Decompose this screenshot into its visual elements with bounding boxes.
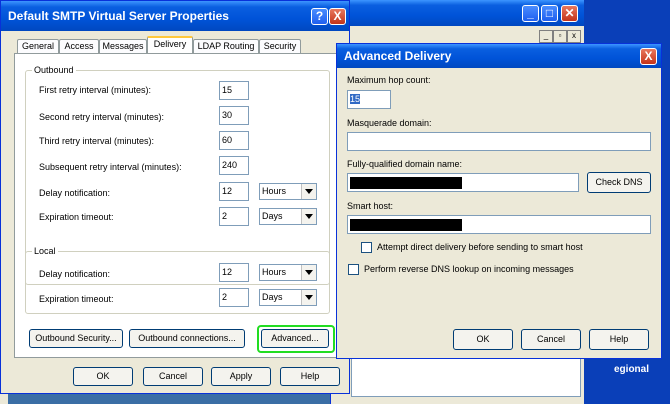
smtp-properties-dialog: Default SMTP Virtual Server Properties ?… bbox=[0, 0, 350, 394]
outbound-expiration-unit-select[interactable]: Days bbox=[259, 208, 317, 225]
inner-minimize-icon[interactable]: _ bbox=[539, 30, 553, 43]
outbound-expiration-unit-value: Days bbox=[262, 211, 283, 221]
subsequent-retry-label: Subsequent retry interval (minutes): bbox=[39, 162, 182, 172]
attempt-direct-label: Attempt direct delivery before sending t… bbox=[377, 242, 583, 252]
advanced-title: Advanced Delivery bbox=[344, 49, 452, 63]
background-list-pane bbox=[351, 355, 581, 397]
max-hop-input[interactable]: 15 bbox=[347, 90, 391, 109]
outbound-security-button[interactable]: Outbound Security... bbox=[29, 329, 123, 348]
subsequent-retry-input[interactable]: 240 bbox=[219, 156, 249, 175]
tab-delivery[interactable]: Delivery bbox=[147, 36, 193, 54]
check-dns-button[interactable]: Check DNS bbox=[587, 172, 651, 193]
maximize-icon[interactable]: □ bbox=[541, 5, 558, 22]
local-delay-input[interactable]: 12 bbox=[219, 263, 249, 282]
fqdn-label: Fully-qualified domain name: bbox=[347, 159, 463, 169]
close-icon[interactable]: X bbox=[640, 48, 657, 65]
apply-button[interactable]: Apply bbox=[211, 367, 271, 386]
local-expiration-input[interactable]: 2 bbox=[219, 288, 249, 307]
close-icon[interactable]: X bbox=[329, 8, 346, 25]
tab-ldap-routing[interactable]: LDAP Routing bbox=[193, 39, 259, 53]
tab-security[interactable]: Security bbox=[259, 39, 301, 53]
help-icon[interactable]: ? bbox=[311, 8, 328, 25]
fqdn-input[interactable] bbox=[347, 173, 579, 192]
inner-restore-icon[interactable]: ▫ bbox=[553, 30, 567, 43]
chevron-down-icon[interactable] bbox=[301, 209, 316, 224]
tab-access[interactable]: Access bbox=[59, 39, 99, 53]
advanced-ok-button[interactable]: OK bbox=[453, 329, 513, 350]
outbound-delay-label: Delay notification: bbox=[39, 188, 111, 198]
chevron-down-icon[interactable] bbox=[301, 265, 316, 280]
masquerade-input[interactable] bbox=[347, 132, 651, 151]
second-retry-label: Second retry interval (minutes): bbox=[39, 112, 165, 122]
outbound-expiration-label: Expiration timeout: bbox=[39, 212, 114, 222]
smart-host-redaction bbox=[350, 219, 462, 231]
advanced-help-button[interactable]: Help bbox=[589, 329, 649, 350]
outbound-delay-unit-select[interactable]: Hours bbox=[259, 183, 317, 200]
local-delay-unit-value: Hours bbox=[262, 267, 287, 277]
local-group-label: Local bbox=[32, 246, 58, 257]
background-bottom-right-text: egional bbox=[614, 364, 650, 375]
ok-button[interactable]: OK bbox=[73, 367, 133, 386]
third-retry-label: Third retry interval (minutes): bbox=[39, 136, 155, 146]
max-hop-value: 15 bbox=[350, 94, 361, 104]
outbound-group-label: Outbound bbox=[32, 65, 76, 76]
smart-host-input[interactable] bbox=[347, 215, 651, 234]
help-button[interactable]: Help bbox=[280, 367, 340, 386]
delivery-tab-panel: Outbound First retry interval (minutes):… bbox=[14, 53, 339, 358]
smart-host-label: Smart host: bbox=[347, 201, 394, 211]
close-icon[interactable]: ✕ bbox=[561, 5, 578, 22]
chevron-down-icon[interactable] bbox=[301, 184, 316, 199]
local-expiration-unit-select[interactable]: Days bbox=[259, 289, 317, 306]
second-retry-input[interactable]: 30 bbox=[219, 106, 249, 125]
advanced-button[interactable]: Advanced... bbox=[261, 329, 329, 348]
local-expiration-unit-value: Days bbox=[262, 292, 283, 302]
outbound-connections-button[interactable]: Outbound connections... bbox=[129, 329, 245, 348]
cancel-button[interactable]: Cancel bbox=[143, 367, 203, 386]
dialog-titlebar: Default SMTP Virtual Server Properties bbox=[1, 1, 349, 31]
masquerade-label: Masquerade domain: bbox=[347, 118, 432, 128]
reverse-dns-checkbox[interactable] bbox=[348, 264, 359, 275]
dialog-title: Default SMTP Virtual Server Properties bbox=[8, 9, 229, 23]
max-hop-label: Maximum hop count: bbox=[347, 75, 431, 85]
outbound-delay-unit-value: Hours bbox=[262, 186, 287, 196]
third-retry-input[interactable]: 60 bbox=[219, 131, 249, 150]
first-retry-input[interactable]: 15 bbox=[219, 81, 249, 100]
local-delay-label: Delay notification: bbox=[39, 269, 111, 279]
minimize-icon[interactable]: _ bbox=[522, 5, 539, 22]
inner-close-icon[interactable]: x bbox=[567, 30, 581, 43]
outbound-expiration-input[interactable]: 2 bbox=[219, 207, 249, 226]
advanced-delivery-dialog: Advanced Delivery X Maximum hop count: 1… bbox=[336, 43, 662, 359]
chevron-down-icon[interactable] bbox=[301, 290, 316, 305]
advanced-cancel-button[interactable]: Cancel bbox=[521, 329, 581, 350]
tab-messages[interactable]: Messages bbox=[99, 39, 147, 53]
advanced-titlebar: Advanced Delivery bbox=[337, 44, 661, 68]
fqdn-redaction bbox=[350, 177, 462, 189]
attempt-direct-checkbox[interactable] bbox=[361, 242, 372, 253]
local-delay-unit-select[interactable]: Hours bbox=[259, 264, 317, 281]
local-expiration-label: Expiration timeout: bbox=[39, 294, 114, 304]
outbound-delay-input[interactable]: 12 bbox=[219, 182, 249, 201]
first-retry-label: First retry interval (minutes): bbox=[39, 85, 152, 95]
reverse-dns-label: Perform reverse DNS lookup on incoming m… bbox=[364, 264, 574, 274]
tab-general[interactable]: General bbox=[17, 39, 59, 53]
